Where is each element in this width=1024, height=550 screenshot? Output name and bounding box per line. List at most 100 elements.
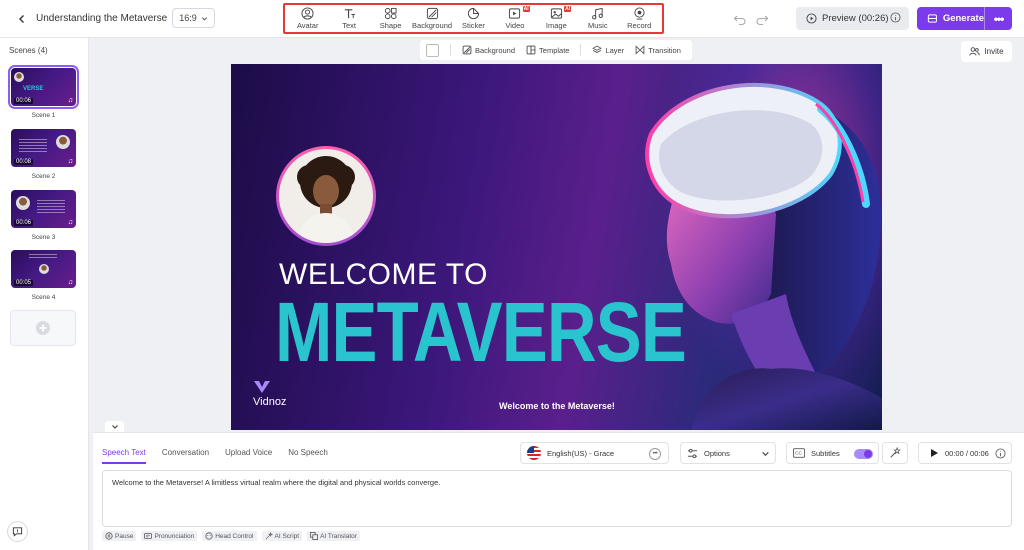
tool-background[interactable]: Background — [411, 5, 452, 32]
info-icon[interactable] — [995, 448, 1006, 459]
scene-thumbnail[interactable]: 00:08 ♫ — [11, 129, 76, 167]
metaverse-headline[interactable]: METAVERSE — [275, 290, 687, 374]
slide-subtitle[interactable]: Welcome to the Metaverse! — [499, 401, 615, 411]
head-control-tool[interactable]: Head Control — [202, 531, 257, 541]
music-icon: ♫ — [67, 219, 73, 226]
play-icon[interactable] — [929, 448, 939, 458]
tool-avatar[interactable]: Avatar — [287, 5, 328, 32]
speech-panel: Speech Text Conversation Upload Voice No… — [93, 432, 1024, 550]
speech-text-input[interactable]: Welcome to the Metaverse! A limitless vi… — [102, 470, 1012, 527]
closed-caption-icon: CC — [793, 448, 805, 458]
tab-speech-text[interactable]: Speech Text — [102, 448, 146, 457]
thumb-avatar — [56, 135, 70, 149]
thumb-avatar — [39, 264, 49, 274]
tool-sticker[interactable]: Sticker — [453, 5, 494, 32]
slide-canvas[interactable]: WELCOME TO METAVERSE Vidnoz Welcome to t… — [231, 64, 882, 430]
template-option[interactable]: Template — [526, 45, 569, 55]
thumb-text-lines — [37, 200, 65, 214]
magic-wand-icon — [890, 447, 901, 458]
thumb-avatar — [16, 196, 30, 210]
pause-tool[interactable]: Pause — [102, 531, 137, 541]
image-icon — [550, 8, 562, 19]
add-scene-button[interactable] — [10, 310, 76, 346]
preview-button[interactable]: Preview (00:26) — [796, 7, 909, 30]
tool-label: Background — [412, 21, 453, 30]
tool-label: AI Script — [274, 532, 300, 540]
scene-card-1[interactable]: VERSE 00:06 ♫ Scene 1 — [8, 65, 79, 119]
aspect-ratio-value: 16:9 — [179, 13, 197, 23]
tool-text[interactable]: Text — [328, 5, 369, 32]
svg-text:CC: CC — [795, 451, 802, 456]
avatar-frame[interactable] — [276, 146, 376, 246]
scene-label: Scene 4 — [31, 294, 56, 301]
shape-icon — [385, 7, 397, 20]
info-icon[interactable] — [890, 12, 901, 23]
tool-image[interactable]: AI Image — [536, 5, 577, 32]
active-tab-indicator — [102, 462, 146, 464]
background-option[interactable]: Background — [462, 45, 515, 55]
redo-button[interactable] — [755, 12, 769, 26]
voice-select[interactable]: English(US) - Grace ••• — [520, 442, 669, 464]
scene-card-4[interactable]: 00:05 ♫ Scene 4 — [11, 250, 76, 301]
tool-label: Pause — [115, 532, 134, 540]
layer-option[interactable]: Layer — [592, 45, 624, 55]
tab-conversation[interactable]: Conversation — [162, 448, 209, 457]
scene-thumbnail[interactable]: 00:06 ♫ — [11, 190, 76, 228]
generate-main-button[interactable]: Generate — [917, 7, 985, 30]
avatar-icon — [301, 7, 314, 20]
subtitles-toggle[interactable] — [854, 449, 873, 459]
layer-icon — [592, 45, 603, 53]
text-icon — [344, 9, 355, 19]
scene-card-3[interactable]: 00:06 ♫ Scene 3 — [11, 190, 76, 241]
scene-duration: 00:06 — [14, 220, 34, 226]
chat-icon — [12, 527, 23, 537]
tab-no-speech[interactable]: No Speech — [288, 448, 328, 457]
redo-icon — [756, 15, 769, 26]
more-icon[interactable]: ••• — [649, 448, 661, 460]
aspect-ratio-select[interactable]: 16:9 — [172, 8, 215, 28]
options-select[interactable]: Options — [680, 442, 776, 464]
canvas-toolbar: Background Template Layer Transition — [420, 40, 692, 60]
tool-video[interactable]: AI Video — [494, 5, 535, 32]
scene-thumbnail[interactable]: 00:05 ♫ — [11, 250, 76, 288]
scene-thumbnail[interactable]: VERSE 00:06 ♫ — [8, 65, 79, 109]
magic-effects-button[interactable] — [882, 442, 908, 464]
plus-circle-icon — [36, 321, 50, 335]
tab-upload-voice[interactable]: Upload Voice — [225, 448, 272, 457]
undo-button[interactable] — [733, 12, 747, 26]
video-icon — [509, 8, 521, 19]
transition-icon — [635, 45, 645, 55]
tool-label: Record — [627, 21, 652, 30]
tool-label: Image — [545, 21, 567, 30]
music-icon: ♫ — [67, 279, 73, 286]
tool-label: Pronunciation — [154, 532, 195, 540]
tool-label: Head Control — [215, 532, 254, 540]
pronunciation-icon — [144, 533, 153, 539]
chevron-left-icon — [19, 15, 24, 23]
pronunciation-tool[interactable]: Pronunciation — [141, 531, 198, 541]
tool-shape[interactable]: Shape — [370, 5, 411, 32]
tool-music[interactable]: Music — [577, 5, 618, 32]
ai-script-tool[interactable]: AI Script — [261, 531, 303, 541]
ai-translator-tool[interactable]: AI Translator — [307, 531, 360, 541]
scenes-title: Scenes (4) — [9, 46, 48, 55]
generate-button: Generate ••• — [917, 7, 1012, 30]
scene-card-2[interactable]: 00:08 ♫ Scene 2 — [11, 129, 76, 180]
divider — [450, 44, 451, 56]
layer-label: Layer — [605, 45, 625, 55]
thumb-text-lines — [19, 139, 47, 153]
tool-record[interactable]: Record — [619, 5, 660, 32]
chat-support-button[interactable] — [7, 521, 28, 542]
more-dots-icon: ••• — [993, 11, 1005, 26]
top-bar: Understanding the Metaverse 16:9 Avatar … — [0, 0, 1024, 38]
undo-icon — [733, 15, 746, 26]
tool-label: Music — [587, 21, 608, 30]
invite-button[interactable]: Invite — [961, 41, 1012, 62]
background-icon — [426, 7, 438, 20]
transition-option[interactable]: Transition — [635, 45, 681, 55]
color-picker-swatch[interactable] — [426, 43, 439, 57]
tool-label: Video — [505, 21, 525, 30]
back-button[interactable] — [13, 10, 31, 28]
more-options-button[interactable]: ••• — [985, 12, 1012, 26]
project-title[interactable]: Understanding the Metaverse — [36, 13, 167, 24]
